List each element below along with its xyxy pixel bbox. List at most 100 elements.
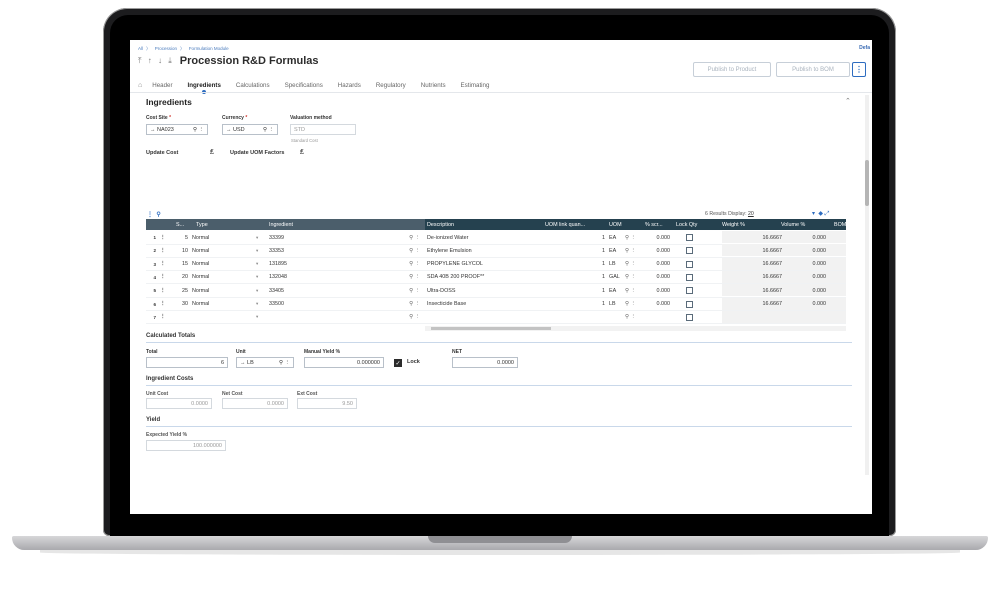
cell-ingredient[interactable]: 132048	[269, 271, 349, 284]
tab-nutrients[interactable]: Nutrients	[421, 82, 446, 89]
lock-qty-checkbox[interactable]	[686, 271, 696, 284]
cell-type[interactable]: Normal	[192, 244, 248, 257]
more-menu-icon[interactable]: ⋮	[852, 62, 866, 77]
col-lock-qty[interactable]: Lock Qty	[676, 219, 716, 230]
home-icon[interactable]: ⌂	[138, 82, 142, 89]
cell-type[interactable]: Normal	[192, 258, 248, 271]
manual-yield-field[interactable]: 0.000000	[304, 357, 384, 368]
breadcrumb-procession[interactable]: Procession	[155, 46, 177, 51]
type-dropdown-icon[interactable]: ▾	[256, 271, 264, 284]
cell-type[interactable]: Normal	[192, 284, 248, 297]
display-count-select[interactable]: 20	[748, 211, 754, 217]
publish-to-product-button[interactable]: Publish to Product	[693, 62, 771, 77]
update-cost-icon[interactable]: ₤	[210, 149, 214, 156]
type-dropdown-icon[interactable]: ▾	[256, 258, 264, 271]
row-menu-icon[interactable]: ⋮	[160, 258, 166, 271]
row-menu-icon[interactable]: ⋮	[160, 284, 166, 297]
ingredient-lookup-icon[interactable]: ⚲ ⋮	[400, 231, 420, 244]
col-weight[interactable]: Weight %	[722, 219, 762, 230]
col-type[interactable]: Type	[196, 219, 256, 230]
grid-search-icon[interactable]: ⚲	[156, 212, 160, 218]
lock-qty-checkbox[interactable]	[686, 231, 696, 244]
cell-type[interactable]: Normal	[192, 271, 248, 284]
grid-menu-icon[interactable]: ⋮	[147, 212, 153, 218]
col-bom[interactable]: BOM	[834, 219, 846, 230]
breadcrumb-module[interactable]: Formulation Module	[189, 46, 229, 51]
cell-type[interactable]: Normal	[192, 298, 248, 311]
uom-lookup-icon[interactable]: ⚲ ⋮	[625, 271, 641, 284]
type-dropdown-icon[interactable]: ▾	[256, 284, 264, 297]
expand-icon[interactable]: ⤢	[825, 211, 830, 217]
cell-ingredient[interactable]: 33353	[269, 244, 349, 257]
breadcrumb-all[interactable]: All	[138, 46, 143, 51]
row-menu-icon[interactable]: ⋮	[160, 298, 166, 311]
row-menu-icon[interactable]: ⋮	[160, 244, 166, 257]
tab-estimating[interactable]: Estimating	[461, 82, 490, 89]
type-dropdown-icon[interactable]: ▾	[256, 298, 264, 311]
cell-uom[interactable]: LB	[609, 258, 623, 271]
cell-ingredient[interactable]: 131895	[269, 258, 349, 271]
lock-qty-checkbox[interactable]	[686, 284, 696, 297]
vertical-scrollbar[interactable]	[865, 95, 869, 475]
uom-lookup-icon[interactable]: ⚲ ⋮	[625, 231, 641, 244]
update-uom-icon[interactable]: ₤	[300, 149, 304, 156]
tab-regulatory[interactable]: Regulatory	[376, 82, 406, 89]
uom-lookup-icon[interactable]: ⚲ ⋮	[625, 244, 641, 257]
uom-lookup-icon[interactable]: ⚲ ⋮	[625, 311, 641, 324]
cell-uom[interactable]	[609, 311, 623, 324]
type-dropdown-icon[interactable]: ▾	[256, 311, 264, 324]
vertical-scroll-thumb[interactable]	[865, 160, 869, 206]
record-nav-icons[interactable]: ⤒ ↑ ↓ ⤓	[138, 56, 174, 66]
collapse-icon[interactable]: ⌃	[845, 97, 851, 105]
cell-ingredient[interactable]	[269, 311, 349, 324]
layers-icon[interactable]: ◆	[818, 211, 823, 217]
type-dropdown-icon[interactable]: ▾	[256, 244, 264, 257]
type-dropdown-icon[interactable]: ▾	[256, 231, 264, 244]
dropdown-icon[interactable]: ▾	[812, 211, 815, 217]
default-link[interactable]: Defa	[859, 45, 870, 51]
lock-qty-checkbox[interactable]	[686, 298, 696, 311]
ingredient-lookup-icon[interactable]: ⚲ ⋮	[400, 311, 420, 324]
uom-lookup-icon[interactable]: ⚲ ⋮	[625, 258, 641, 271]
col-ingredient[interactable]: Ingredient	[269, 219, 349, 230]
cell-type[interactable]: Normal	[192, 231, 248, 244]
cell-ingredient[interactable]: 33405	[269, 284, 349, 297]
tab-hazards[interactable]: Hazards	[338, 82, 361, 89]
lock-checkbox[interactable]: ✓	[394, 359, 402, 367]
cell-uom[interactable]: EA	[609, 284, 623, 297]
lock-qty-checkbox[interactable]	[686, 244, 696, 257]
uom-lookup-icon[interactable]: ⚲ ⋮	[625, 298, 641, 311]
ingredient-lookup-icon[interactable]: ⚲ ⋮	[400, 298, 420, 311]
cell-uom[interactable]: LB	[609, 298, 623, 311]
col-volume[interactable]: Volume %	[781, 219, 821, 230]
total-field[interactable]: 6	[146, 357, 228, 368]
cell-uom[interactable]: EA	[609, 231, 623, 244]
ingredient-lookup-icon[interactable]: ⚲ ⋮	[400, 244, 420, 257]
ingredient-lookup-icon[interactable]: ⚲ ⋮	[400, 271, 420, 284]
row-menu-icon[interactable]: ⋮	[160, 311, 166, 324]
tab-header[interactable]: Header	[152, 82, 172, 89]
cell-ingredient[interactable]: 33500	[269, 298, 349, 311]
tab-specifications[interactable]: Specifications	[285, 82, 323, 89]
row-menu-icon[interactable]: ⋮	[160, 231, 166, 244]
col-uom[interactable]: UOM	[609, 219, 639, 230]
ingredient-lookup-icon[interactable]: ⚲ ⋮	[400, 284, 420, 297]
cell-uom[interactable]: EA	[609, 244, 623, 257]
col-scrap[interactable]: % scr...	[645, 219, 675, 230]
row-menu-icon[interactable]: ⋮	[160, 271, 166, 284]
horizontal-scroll-thumb[interactable]	[431, 327, 551, 330]
tab-ingredients[interactable]: Ingredients	[188, 82, 221, 94]
update-cost-button[interactable]: Update Cost	[146, 150, 178, 156]
cell-uom[interactable]: GAL	[609, 271, 623, 284]
unit-field[interactable]: → LB ⚲ ⋮	[236, 357, 294, 368]
uom-lookup-icon[interactable]: ⚲ ⋮	[625, 284, 641, 297]
col-description[interactable]: Description	[427, 219, 517, 230]
cost-site-field[interactable]: → NA023 ⚲ ⋮	[146, 124, 208, 135]
currency-field[interactable]: → USD ⚲ ⋮	[222, 124, 278, 135]
net-field[interactable]: 0.0000	[452, 357, 518, 368]
ingredient-lookup-icon[interactable]: ⚲ ⋮	[400, 258, 420, 271]
col-uom-link[interactable]: UOM link quan...	[545, 219, 605, 230]
lock-qty-checkbox[interactable]	[686, 258, 696, 271]
update-uom-button[interactable]: Update UOM Factors	[230, 150, 284, 156]
cell-ingredient[interactable]: 33399	[269, 231, 349, 244]
